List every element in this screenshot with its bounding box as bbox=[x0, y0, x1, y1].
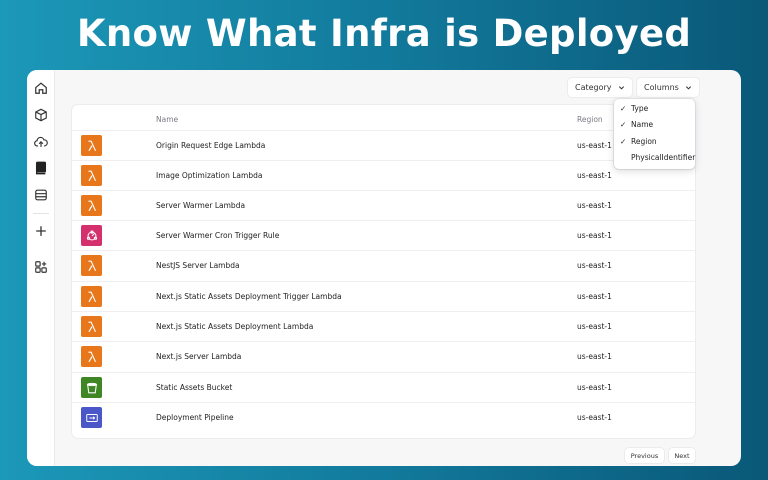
table-row[interactable]: Next.js Static Assets Deployment Lambda … bbox=[72, 311, 695, 341]
database-icon[interactable] bbox=[34, 188, 48, 202]
lambda-icon bbox=[81, 135, 102, 156]
row-name: Image Optimization Lambda bbox=[156, 171, 263, 180]
table-row[interactable]: Next.js Static Assets Deployment Trigger… bbox=[72, 281, 695, 311]
table-row[interactable]: Deployment Pipeline us-east-1 bbox=[72, 402, 695, 432]
columns-menu-item-type[interactable]: ✓ Type bbox=[614, 101, 695, 117]
sidebar-divider bbox=[33, 213, 49, 214]
columns-dropdown-button[interactable]: Columns bbox=[637, 78, 699, 97]
headline: Know What Infra is Deployed bbox=[76, 12, 692, 55]
grid-plus-icon[interactable] bbox=[34, 260, 48, 274]
row-name: Next.js Server Lambda bbox=[156, 352, 242, 361]
columns-label: Columns bbox=[644, 83, 679, 92]
row-name: Origin Request Edge Lambda bbox=[156, 141, 266, 150]
table-row[interactable]: Image Optimization Lambda us-east-1 bbox=[72, 160, 695, 190]
lambda-icon bbox=[81, 316, 102, 337]
column-header-name[interactable]: Name bbox=[156, 115, 178, 124]
category-dropdown-button[interactable]: Category bbox=[568, 78, 632, 97]
table-row[interactable]: Next.js Server Lambda us-east-1 bbox=[72, 341, 695, 371]
lambda-icon bbox=[81, 165, 102, 186]
check-icon: ✓ bbox=[620, 104, 627, 113]
row-name: Server Warmer Lambda bbox=[156, 201, 246, 210]
cube-icon[interactable] bbox=[34, 108, 48, 122]
row-region: us-east-1 bbox=[577, 383, 612, 392]
cloud-upload-icon[interactable] bbox=[34, 135, 48, 149]
columns-menu-item-region[interactable]: ✓ Region bbox=[614, 134, 695, 150]
row-name: Static Assets Bucket bbox=[156, 383, 233, 392]
table-row[interactable]: Server Warmer Lambda us-east-1 bbox=[72, 190, 695, 220]
resources-table: Name Region Origin Request Edge Lambda u… bbox=[72, 105, 695, 438]
row-region: us-east-1 bbox=[577, 201, 612, 210]
row-region: us-east-1 bbox=[577, 261, 612, 270]
row-name: NestJS Server Lambda bbox=[156, 261, 240, 270]
category-label: Category bbox=[575, 83, 612, 92]
row-name: Next.js Static Assets Deployment Lambda bbox=[156, 322, 314, 331]
table-row[interactable]: Static Assets Bucket us-east-1 bbox=[72, 372, 695, 402]
eventbridge-icon bbox=[81, 225, 102, 246]
lambda-icon bbox=[81, 195, 102, 216]
row-name: Deployment Pipeline bbox=[156, 413, 234, 422]
columns-menu-item-physicalidentifier[interactable]: PhysicalIdentifier bbox=[614, 150, 695, 166]
row-region: us-east-1 bbox=[577, 141, 612, 150]
app-window: Category Columns Name Region Origin Requ… bbox=[27, 70, 741, 466]
chevron-down-icon bbox=[685, 86, 691, 90]
previous-page-button[interactable]: Previous bbox=[625, 448, 664, 463]
lambda-icon bbox=[81, 255, 102, 276]
codepipeline-icon bbox=[81, 407, 102, 428]
chevron-down-icon bbox=[618, 86, 624, 90]
plus-icon[interactable] bbox=[34, 224, 48, 238]
columns-menu-item-name[interactable]: ✓ Name bbox=[614, 117, 695, 133]
table-row[interactable]: NestJS Server Lambda us-east-1 bbox=[72, 250, 695, 280]
row-region: us-east-1 bbox=[577, 292, 612, 301]
row-region: us-east-1 bbox=[577, 352, 612, 361]
check-icon: ✓ bbox=[620, 137, 627, 146]
book-icon[interactable] bbox=[34, 161, 48, 175]
lambda-icon bbox=[81, 346, 102, 367]
table-row[interactable]: Server Warmer Cron Trigger Rule us-east-… bbox=[72, 220, 695, 250]
columns-menu: ✓ Type ✓ Name ✓ Region PhysicalIdentifie… bbox=[614, 99, 695, 169]
row-region: us-east-1 bbox=[577, 171, 612, 180]
sidebar bbox=[27, 70, 55, 466]
row-name: Next.js Static Assets Deployment Trigger… bbox=[156, 292, 342, 301]
table-row[interactable]: Origin Request Edge Lambda us-east-1 bbox=[72, 130, 695, 160]
lambda-icon bbox=[81, 286, 102, 307]
row-region: us-east-1 bbox=[577, 322, 612, 331]
row-region: us-east-1 bbox=[577, 413, 612, 422]
home-icon[interactable] bbox=[34, 81, 48, 95]
row-name: Server Warmer Cron Trigger Rule bbox=[156, 231, 280, 240]
row-region: us-east-1 bbox=[577, 231, 612, 240]
next-page-button[interactable]: Next bbox=[669, 448, 695, 463]
s3-bucket-icon bbox=[81, 377, 102, 398]
check-icon: ✓ bbox=[620, 120, 627, 129]
column-header-region[interactable]: Region bbox=[577, 115, 603, 124]
